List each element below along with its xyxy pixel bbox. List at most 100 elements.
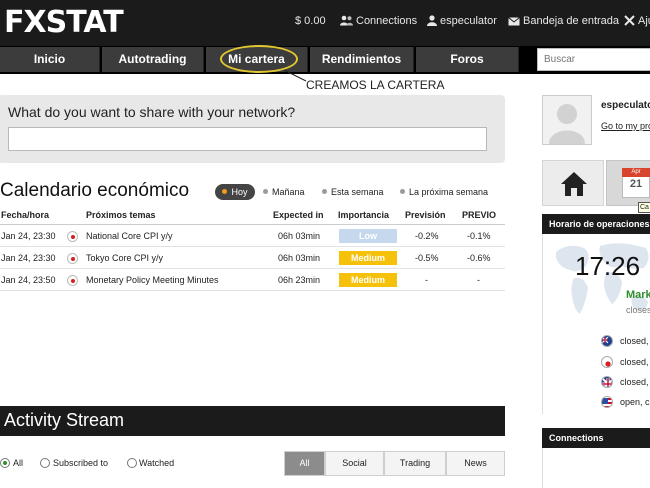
- japan-flag-icon: [601, 356, 613, 368]
- calendar-tooltip: Ca: [638, 202, 650, 213]
- envelope-icon: [508, 17, 520, 26]
- row1-expected: 06h 03min: [278, 231, 321, 241]
- calendar-icon-month: Apr: [622, 168, 650, 177]
- inbox-label: Bandeja de entrada: [523, 15, 620, 27]
- row1-forecast: -0.2%: [415, 231, 439, 241]
- trading-hours-header: Horario de operaciones: [542, 214, 650, 234]
- activity-title: Activity Stream: [4, 410, 125, 430]
- australia-flag-icon: [601, 335, 613, 347]
- profile-link[interactable]: Go to my pro: [601, 121, 650, 131]
- share-title: What do you want to share with your netw…: [8, 104, 296, 120]
- filter-manana[interactable]: Mañana: [263, 184, 305, 200]
- filter-dot: [322, 189, 327, 194]
- inbox-link[interactable]: Bandeja de entrada: [508, 14, 619, 28]
- calendar-icon-day: 21: [629, 178, 643, 190]
- row-divider: [0, 290, 505, 291]
- radio-subscribed[interactable]: [40, 458, 50, 468]
- fxstat-logo[interactable]: FXSTAT: [4, 6, 124, 40]
- calendar-title: Calendario económico: [0, 180, 190, 201]
- annotation-text: CREAMOS LA CARTERA: [306, 78, 445, 92]
- settings-label: Aju: [638, 15, 650, 27]
- connections-link[interactable]: Connections: [340, 14, 417, 28]
- row2-date: Jan 24, 23:30: [1, 253, 56, 263]
- row1-previous: -0.1%: [467, 231, 491, 241]
- home-button[interactable]: [542, 160, 604, 206]
- col-importancia: Importancia: [338, 210, 390, 220]
- stream-tab-trading[interactable]: Trading: [384, 451, 446, 476]
- row2-topic[interactable]: Tokyo Core CPI y/y: [86, 253, 163, 263]
- filter-proxima-semana[interactable]: La próxima semana: [400, 184, 488, 200]
- row3-topic[interactable]: Monetary Policy Meeting Minutes: [86, 275, 219, 285]
- annotation-pointer: [283, 69, 307, 82]
- nav-foros[interactable]: Foros: [416, 47, 519, 72]
- user-menu[interactable]: especulator: [427, 14, 497, 28]
- row1-topic[interactable]: National Core CPI y/y: [86, 231, 173, 241]
- stream-tab-news[interactable]: News: [446, 451, 505, 476]
- filter-hoy[interactable]: Hoy: [215, 184, 255, 200]
- row3-importance-badge: Medium: [339, 273, 397, 287]
- row2-expected: 06h 03min: [278, 253, 321, 263]
- market-jp-status: closed,: [620, 357, 649, 367]
- row1-importance-badge: Low: [339, 229, 397, 243]
- filter-label: Hoy: [231, 187, 248, 197]
- stream-tab-social[interactable]: Social: [325, 451, 384, 476]
- filter-dot: [263, 189, 268, 194]
- connections-panel: [542, 448, 650, 488]
- col-previo: PREVIO: [462, 210, 497, 220]
- us-flag-icon: [601, 396, 613, 408]
- connections-icon: [340, 15, 353, 26]
- user-icon: [427, 15, 437, 26]
- stream-tab-all[interactable]: All: [284, 451, 325, 476]
- market-status: Mark: [626, 289, 650, 301]
- avatar[interactable]: [542, 95, 592, 145]
- market-us-status: open, c: [620, 397, 650, 407]
- sidebar-username: especulato: [601, 100, 650, 111]
- row1-date: Jan 24, 23:30: [1, 231, 56, 241]
- avatar-silhouette-icon: [549, 104, 585, 144]
- radio-watched[interactable]: [127, 458, 137, 468]
- col-expected: Expected in: [273, 210, 324, 220]
- header-divider: [0, 224, 505, 225]
- japan-flag-icon: [67, 253, 78, 264]
- home-icon: [561, 172, 587, 196]
- balance-link[interactable]: $ 0.00: [295, 14, 326, 28]
- search-input[interactable]: [537, 48, 650, 71]
- row2-forecast: -0.5%: [415, 253, 439, 263]
- row3-expected: 06h 23min: [278, 275, 321, 285]
- share-textarea[interactable]: [8, 127, 487, 151]
- row2-importance-badge: Medium: [339, 251, 397, 265]
- market-clock: 17:26: [575, 251, 641, 281]
- balance-value: $ 0.00: [295, 15, 326, 27]
- nav-inicio[interactable]: Inicio: [0, 47, 100, 72]
- filter-label: La próxima semana: [409, 187, 489, 197]
- row3-date: Jan 24, 23:50: [1, 275, 56, 285]
- settings-link[interactable]: Aju: [624, 14, 650, 28]
- nav-autotrading[interactable]: Autotrading: [102, 47, 204, 72]
- row-divider: [0, 268, 505, 269]
- radio-subscribed-label: Subscribed to: [53, 458, 109, 468]
- uk-flag-icon: [601, 376, 613, 388]
- filter-label: Esta semana: [331, 187, 384, 197]
- filter-dot: [400, 189, 405, 194]
- row2-previous: -0.6%: [467, 253, 491, 263]
- row3-previous: -: [477, 275, 480, 285]
- radio-all[interactable]: [0, 458, 10, 468]
- filter-dot: [222, 189, 228, 194]
- filter-esta-semana[interactable]: Esta semana: [322, 184, 384, 200]
- row-divider: [0, 246, 505, 247]
- radio-all-label: All: [13, 458, 24, 468]
- col-temas: Próximos temas: [86, 210, 156, 220]
- row3-forecast: -: [425, 275, 428, 285]
- col-fecha: Fecha/hora: [1, 210, 50, 220]
- col-prevision: Previsión: [405, 210, 446, 220]
- radio-watched-label: Watched: [139, 458, 175, 468]
- japan-flag-icon: [67, 231, 78, 242]
- filter-label: Mañana: [272, 187, 305, 197]
- tools-icon: [624, 15, 635, 26]
- market-status-sub: closes: [626, 305, 650, 315]
- username-label: especulator: [440, 15, 497, 27]
- nav-rendimientos[interactable]: Rendimientos: [310, 47, 414, 72]
- connections-label: Connections: [356, 15, 418, 27]
- market-au-status: closed,: [620, 336, 649, 346]
- japan-flag-icon: [67, 275, 78, 286]
